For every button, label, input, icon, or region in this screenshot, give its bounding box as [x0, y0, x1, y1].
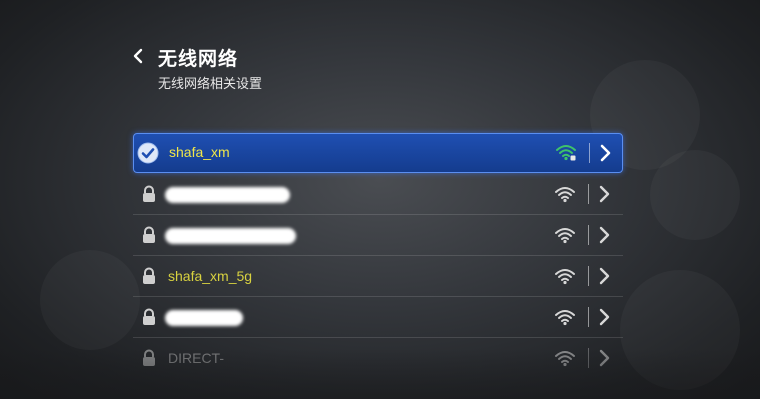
background-bokeh — [40, 250, 140, 350]
background-bokeh — [650, 150, 740, 240]
divider — [588, 184, 589, 204]
chevron-right-icon[interactable] — [598, 226, 610, 244]
lock-icon — [143, 226, 155, 243]
network-row-direct[interactable]: DIRECT- — [133, 338, 623, 378]
check-circle-icon — [137, 142, 159, 164]
network-row-shafa-xm[interactable]: shafa_xm — [133, 133, 623, 173]
wifi-icon — [555, 310, 575, 326]
network-row-shafa-xm-5g[interactable]: shafa_xm_5g — [133, 256, 623, 297]
network-row[interactable] — [133, 174, 623, 215]
chevron-right-icon[interactable] — [598, 185, 610, 203]
network-row[interactable] — [133, 297, 623, 338]
wifi-icon — [555, 269, 575, 285]
wifi-icon — [556, 145, 576, 161]
chevron-right-icon[interactable] — [598, 267, 610, 285]
divider — [588, 266, 589, 286]
network-row[interactable] — [133, 215, 623, 256]
chevron-left-icon[interactable] — [132, 48, 144, 64]
network-name: shafa_xm — [169, 144, 230, 160]
page-subtitle: 无线网络相关设置 — [158, 77, 263, 92]
divider — [588, 307, 589, 327]
chevron-right-icon[interactable] — [599, 144, 611, 162]
network-name: shafa_xm_5g — [168, 268, 253, 284]
lock-icon — [143, 185, 155, 202]
wifi-icon — [555, 228, 575, 244]
wifi-icon — [555, 187, 575, 203]
page-title: 无线网络 — [158, 48, 239, 70]
chevron-right-icon[interactable] — [598, 308, 610, 326]
background-bokeh — [620, 270, 740, 390]
divider — [589, 143, 590, 163]
redacted-network-name — [165, 228, 296, 244]
network-name: DIRECT- — [168, 350, 224, 366]
lock-icon — [143, 267, 155, 284]
lock-icon — [143, 349, 155, 366]
chevron-right-icon[interactable] — [598, 349, 610, 367]
redacted-network-name — [165, 310, 243, 326]
wifi-network-list: shafa_xm shafa_xm_5g DIRECT- — [133, 133, 623, 378]
wifi-icon — [555, 351, 575, 367]
redacted-network-name — [165, 187, 290, 203]
lock-icon — [143, 308, 155, 325]
divider — [588, 348, 589, 368]
divider — [588, 225, 589, 245]
